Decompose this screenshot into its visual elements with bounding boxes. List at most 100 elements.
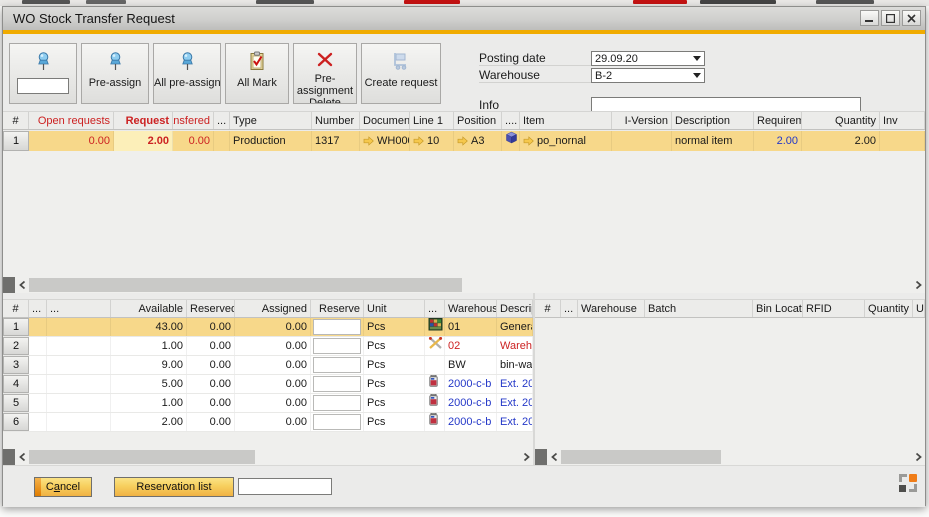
maximize-button[interactable]: [881, 10, 900, 26]
col-number[interactable]: Number: [312, 112, 360, 129]
crossed-tools-icon: [428, 337, 443, 355]
col-row-number[interactable]: #: [535, 300, 561, 317]
cell-request-input[interactable]: 2.00: [114, 131, 173, 151]
col-document[interactable]: Document: [360, 112, 410, 129]
position-link[interactable]: A3: [471, 132, 484, 151]
scroll-right-button[interactable]: [911, 277, 925, 293]
cell-available: 2.00: [111, 413, 187, 431]
posting-date-dropdown[interactable]: 29.09.20: [591, 51, 705, 66]
chevron-down-icon: [693, 73, 701, 78]
col-row-number[interactable]: #: [3, 112, 29, 129]
footer-input[interactable]: [238, 478, 332, 495]
cell-reserve: [311, 318, 364, 336]
col-item[interactable]: Item: [520, 112, 612, 129]
col-reserve[interactable]: Reserve: [311, 300, 364, 317]
link-arrow-icon[interactable]: [413, 136, 424, 146]
col-reserved[interactable]: Reserved: [187, 300, 235, 317]
row-number-button[interactable]: 4: [3, 375, 29, 393]
col-description[interactable]: Descriptio: [497, 300, 533, 317]
col-row-number[interactable]: #: [3, 300, 29, 317]
table-row[interactable]: 1 43.00 0.00 0.00 Pcs 01 General W: [3, 318, 533, 337]
pre-assign-button[interactable]: Pre-assign: [81, 43, 149, 104]
reserve-input[interactable]: [313, 395, 361, 411]
reserve-input[interactable]: [313, 376, 361, 392]
cancel-button[interactable]: Cancel: [34, 477, 92, 497]
scroll-left-button[interactable]: [15, 449, 29, 465]
scroll-right-button[interactable]: [519, 449, 533, 465]
scrollbar-track[interactable]: [561, 449, 911, 465]
col-assigned[interactable]: Assigned: [235, 300, 311, 317]
document-link[interactable]: WH000: [377, 132, 410, 151]
scrollbar-thumb[interactable]: [29, 278, 462, 292]
table-row[interactable]: 2 1.00 0.00 0.00 Pcs 02 Warehous: [3, 337, 533, 356]
warehouse-dropdown[interactable]: B-2: [591, 68, 705, 83]
link-arrow-icon[interactable]: [523, 136, 534, 146]
row-number-button[interactable]: 1: [3, 131, 29, 151]
delete-x-icon: [317, 50, 333, 68]
line-link[interactable]: 10: [427, 132, 439, 151]
col-requirement[interactable]: Requirement: [754, 112, 802, 129]
col-type[interactable]: Type: [230, 112, 312, 129]
scrollbar-thumb[interactable]: [561, 450, 721, 464]
row-number-button[interactable]: 5: [3, 394, 29, 412]
reserve-input[interactable]: [313, 357, 361, 373]
col-available[interactable]: Available: [111, 300, 187, 317]
col-batch[interactable]: Batch: [645, 300, 753, 317]
item-link[interactable]: po_nornal: [537, 132, 586, 151]
reserve-input[interactable]: [313, 414, 361, 430]
col-item-type[interactable]: ....: [502, 112, 520, 129]
col-transfered[interactable]: Transfered: [173, 112, 214, 129]
col-open-requests[interactable]: Open requests: [29, 112, 114, 129]
col-position[interactable]: Position: [454, 112, 502, 129]
link-arrow-icon[interactable]: [363, 136, 374, 146]
reserve-input[interactable]: [313, 319, 361, 335]
col-quantity[interactable]: Quantity: [802, 112, 880, 129]
col-uom[interactable]: Uo: [913, 300, 925, 317]
col-description[interactable]: Description: [672, 112, 754, 129]
table-row[interactable]: 1 0.00 2.00 0.00 Production 1317 WH000 1…: [3, 131, 925, 151]
reserve-input[interactable]: [313, 338, 361, 354]
scrollbar-track[interactable]: [29, 449, 519, 465]
assign-quantity-field[interactable]: [17, 78, 69, 94]
col-warehouse[interactable]: Warehouse: [578, 300, 645, 317]
col-quantity[interactable]: Quantity: [865, 300, 913, 317]
row-number-button[interactable]: 1: [3, 318, 29, 336]
cell-reserve: [311, 375, 364, 393]
col-dots[interactable]: ...: [214, 112, 230, 129]
col-i-version[interactable]: I-Version: [612, 112, 672, 129]
create-request-button[interactable]: Create request: [361, 43, 441, 104]
col-rfid[interactable]: RFID: [803, 300, 865, 317]
col-dots[interactable]: ...: [561, 300, 578, 317]
scroll-left-button[interactable]: [547, 449, 561, 465]
close-button[interactable]: [902, 10, 921, 26]
row-number-button[interactable]: 3: [3, 356, 29, 374]
col-dots[interactable]: ...: [29, 300, 47, 317]
cell-reserve: [311, 337, 364, 355]
col-warehouse[interactable]: Warehous: [445, 300, 497, 317]
scrollbar-track[interactable]: [29, 277, 911, 293]
row-number-button[interactable]: 6: [3, 413, 29, 431]
all-mark-button[interactable]: All Mark: [225, 43, 289, 104]
table-row[interactable]: 4 5.00 0.00 0.00 Pcs 2000-c-b Ext. 2000-: [3, 375, 533, 394]
table-row[interactable]: 5 1.00 0.00 0.00 Pcs 2000-c-b Ext. 2000-: [3, 394, 533, 413]
col-inv[interactable]: Inv: [880, 112, 925, 129]
scrollbar-thumb[interactable]: [29, 450, 255, 464]
assign-blank-button[interactable]: [9, 43, 77, 104]
col-line-1[interactable]: Line 1: [410, 112, 454, 129]
minimize-button[interactable]: [860, 10, 879, 26]
col-bin-location[interactable]: Bin Locatio: [753, 300, 803, 317]
link-arrow-icon[interactable]: [457, 136, 468, 146]
row-number-button[interactable]: 2: [3, 337, 29, 355]
scroll-left-button[interactable]: [15, 277, 29, 293]
all-pre-assign-button[interactable]: All pre-assign: [153, 43, 221, 104]
pre-assignment-delete-button[interactable]: Pre-assignment Delete: [293, 43, 357, 104]
reservation-list-button[interactable]: Reservation list: [114, 477, 234, 497]
col-request[interactable]: Request: [114, 112, 173, 129]
col-unit[interactable]: Unit: [364, 300, 425, 317]
cell-reserve: [311, 394, 364, 412]
table-row[interactable]: 6 2.00 0.00 0.00 Pcs 2000-c-b Ext. 2000-: [3, 413, 533, 432]
table-row[interactable]: 3 9.00 0.00 0.00 Pcs BW bin-wareh: [3, 356, 533, 375]
col-dots[interactable]: ...: [425, 300, 445, 317]
col-dots[interactable]: ...: [47, 300, 111, 317]
scroll-right-button[interactable]: [911, 449, 925, 465]
